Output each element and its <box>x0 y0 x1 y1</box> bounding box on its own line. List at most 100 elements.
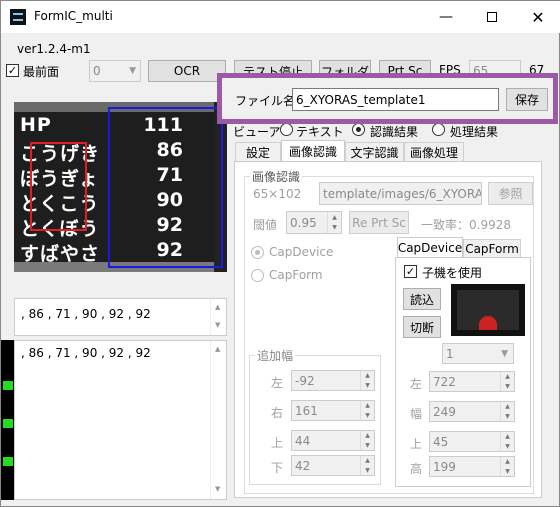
view-text-radio[interactable] <box>280 123 293 136</box>
cap-width-value: 249 <box>433 404 456 419</box>
add-right-value: 161 <box>295 403 318 418</box>
title-bar: FormIC_multi — ✕ <box>1 1 560 33</box>
add-right-label: 右 <box>271 406 284 420</box>
close-icon[interactable]: ✕ <box>515 1 560 33</box>
child-combo-value: 1 <box>446 346 454 361</box>
cap-top-spinner[interactable]: ▲ ▼ <box>500 432 514 451</box>
load-button[interactable]: 読込 <box>403 288 441 310</box>
file-name-label: ファイル名 <box>235 94 296 108</box>
capture-thumbnail <box>451 284 525 336</box>
template-path-input[interactable]: template/images/6_XYORAS/6 <box>319 182 482 205</box>
stat-name: すばやさ <box>20 243 101 265</box>
capform-radio[interactable] <box>251 269 264 282</box>
status-strip <box>1 340 15 500</box>
add-right-spinner[interactable]: ▲ ▼ <box>360 401 374 420</box>
threshold-value: 0.95 <box>290 215 317 230</box>
capform-radio-label: CapForm <box>269 268 323 282</box>
cap-top-label: 上 <box>410 437 423 451</box>
version-label: ver1.2.4-m1 <box>17 42 91 56</box>
add-bottom-spinner[interactable]: ▲ ▼ <box>360 456 374 475</box>
threshold-input[interactable]: 0.95 ▲ ▼ <box>286 211 342 234</box>
add-top-input[interactable]: 44 ▲ ▼ <box>291 430 375 451</box>
image-recognition-title: 画像認識 <box>250 168 303 185</box>
topmost-label: 最前面 <box>23 65 60 79</box>
ocr-button[interactable]: OCR <box>148 60 226 82</box>
add-bottom-value: 42 <box>295 458 311 473</box>
view-mode-label: ビューア <box>233 125 281 139</box>
add-left-input[interactable]: -92 ▲ ▼ <box>291 370 375 391</box>
add-left-label: 左 <box>271 376 284 390</box>
save-button[interactable]: 保存 <box>506 88 548 111</box>
result-text: , 86 , 71 , 90 , 92 , 92 <box>21 307 151 321</box>
threshold-spinner[interactable]: ▲ ▼ <box>327 212 341 233</box>
log-text: , 86 , 71 , 90 , 92 , 92 <box>21 346 151 360</box>
add-right-input[interactable]: 161 ▲ ▼ <box>291 400 375 421</box>
cap-width-label: 幅 <box>410 407 423 421</box>
view-recog-label: 認識結果 <box>370 125 419 139</box>
add-top-spinner[interactable]: ▲ ▼ <box>360 431 374 450</box>
add-left-value: -92 <box>295 373 315 388</box>
threshold-label: 閾値 <box>253 218 278 232</box>
device-combo-value: 0 <box>93 64 101 78</box>
chevron-down-icon: ▼ <box>129 66 136 76</box>
cap-height-spinner[interactable]: ▲ ▼ <box>500 457 514 476</box>
use-child-label: 子機を使用 <box>422 266 483 280</box>
template-match-box <box>30 142 87 231</box>
app-window: FormIC_multi — ✕ ver1.2.4-m1 ✓ 最前面 0 ▼ O… <box>0 0 560 507</box>
file-name-value: 6_XYORAS_template1 <box>296 92 426 107</box>
file-name-panel: ファイル名 6_XYORAS_template1 保存 <box>217 73 558 124</box>
tab-capform[interactable]: CapForm <box>463 239 521 258</box>
cap-top-input[interactable]: 45 ▲ ▼ <box>429 431 515 452</box>
template-size: 65×102 <box>253 187 302 201</box>
match-rate: 一致率：0.9928 <box>421 218 511 232</box>
view-text-label: テキスト <box>296 125 344 139</box>
add-bottom-label: 下 <box>271 461 284 475</box>
cap-left-input[interactable]: 722 ▲ ▼ <box>429 371 515 392</box>
cap-height-value: 199 <box>433 459 456 474</box>
tab-settings[interactable]: 設定 <box>235 142 281 162</box>
result-scrollbar[interactable]: ▲ ▼ <box>210 299 226 335</box>
cap-left-label: 左 <box>410 377 423 391</box>
file-name-input[interactable]: 6_XYORAS_template1 <box>292 88 499 111</box>
result-textbox[interactable]: , 86 , 71 , 90 , 92 , 92 ▲ ▼ <box>14 298 227 336</box>
browse-button[interactable]: 参照 <box>488 182 533 205</box>
window-title: FormIC_multi <box>34 9 113 23</box>
tab-image-recognition[interactable]: 画像認識 <box>281 140 345 162</box>
log-scrollbar[interactable]: ▲ ▼ <box>210 341 226 499</box>
minimize-icon[interactable]: — <box>423 1 469 33</box>
use-child-checkbox[interactable]: ✓ <box>404 265 417 278</box>
add-top-label: 上 <box>271 436 284 450</box>
capture-preview: HP 111 こうげき 86 ぼうぎょ 71 とくこう 90 とくぼう 92 す… <box>14 102 227 272</box>
capdevice-radio[interactable] <box>251 246 264 259</box>
cap-width-input[interactable]: 249 ▲ ▼ <box>429 401 515 422</box>
cap-top-value: 45 <box>433 434 449 449</box>
child-combo[interactable]: 1 ▼ <box>442 343 514 364</box>
capdevice-radio-label: CapDevice <box>269 245 334 259</box>
tab-capdevice[interactable]: CapDevice <box>397 237 463 258</box>
add-top-value: 44 <box>295 433 311 448</box>
maximize-icon[interactable] <box>469 1 515 33</box>
add-width-title: 追加幅 <box>255 347 296 364</box>
add-left-spinner[interactable]: ▲ ▼ <box>360 371 374 390</box>
view-recog-radio[interactable] <box>352 123 365 136</box>
device-combo[interactable]: 0 ▼ <box>89 60 141 82</box>
re-prtsc-button[interactable]: Re Prt Sc <box>349 211 409 234</box>
cut-button[interactable]: 切断 <box>403 316 441 338</box>
add-bottom-input[interactable]: 42 ▲ ▼ <box>291 455 375 476</box>
log-textbox[interactable]: , 86 , 71 , 90 , 92 , 92 ▲ ▼ <box>14 340 227 500</box>
template-path-value: template/images/6_XYORAS/6 <box>323 186 481 201</box>
topmost-checkbox[interactable]: ✓ <box>6 64 19 77</box>
capdevice-panel: ✓ 子機を使用 読込 切断 1 ▼ 左 722 ▲▼ 幅 249 ▲▼ 上 <box>395 257 531 487</box>
cap-height-label: 高 <box>410 462 423 476</box>
chevron-down-icon: ▼ <box>501 348 508 359</box>
tab-image-processing[interactable]: 画像処理 <box>404 142 464 162</box>
image-recognition-panel: 画像認識 65×102 template/images/6_XYORAS/6 参… <box>234 161 542 498</box>
cap-height-input[interactable]: 199 ▲ ▼ <box>429 456 515 477</box>
view-proc-radio[interactable] <box>432 123 445 136</box>
stat-name: HP <box>20 114 52 136</box>
tab-text-recognition[interactable]: 文字認識 <box>345 142 404 162</box>
view-proc-label: 処理結果 <box>450 125 499 139</box>
ocr-region-box <box>108 107 223 268</box>
cap-left-spinner[interactable]: ▲ ▼ <box>500 372 514 391</box>
cap-width-spinner[interactable]: ▲ ▼ <box>500 402 514 421</box>
